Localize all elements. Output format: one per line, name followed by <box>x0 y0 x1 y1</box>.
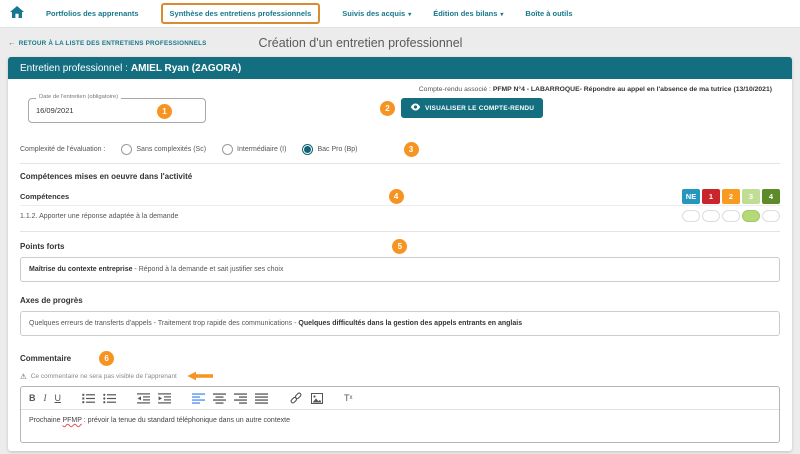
step-badge-4: 4 <box>389 189 404 204</box>
rating-scale-legend: NE 1 2 3 4 <box>682 189 780 204</box>
nav-item-boite-outils[interactable]: Boîte à outils <box>525 9 572 18</box>
improvements-title: Axes de progrès <box>20 296 780 305</box>
arrow-left-icon <box>187 371 213 381</box>
align-center-button[interactable] <box>213 393 226 404</box>
ordered-list-button[interactable] <box>82 393 95 404</box>
entretien-form-card: Entretien professionnel : AMIEL Ryan (2A… <box>8 57 792 451</box>
radio-bac-pro[interactable]: Bac Pro (Bp) <box>302 144 357 155</box>
radio-icon-selected <box>302 144 313 155</box>
scale-4: 4 <box>762 189 780 204</box>
strengths-textbox[interactable]: Maîtrise du contexte entreprise - Répond… <box>20 257 780 282</box>
align-justify-button[interactable] <box>255 393 268 404</box>
step-badge-3: 3 <box>404 142 419 157</box>
indent-button[interactable] <box>158 393 171 404</box>
back-to-list-link[interactable]: RETOUR À LA LISTE DES ENTRETIENS PROFESS… <box>8 38 207 47</box>
radio-icon <box>222 144 233 155</box>
date-field: Date de l'entretien (obligatoire) 1 <box>28 98 206 123</box>
step-badge-1: 1 <box>157 104 172 119</box>
report-block: Compte-rendu associé : PFMP N°4 - LABARR… <box>380 86 772 118</box>
competence-row: 1.1.2. Apporter une réponse adaptée à la… <box>20 206 780 226</box>
competence-rating-pill-2[interactable] <box>722 210 740 222</box>
comment-section: Commentaire 6 ⚠ Ce commentaire ne sera p… <box>20 351 780 443</box>
date-and-report-row: Date de l'entretien (obligatoire) 1 Comp… <box>20 79 780 135</box>
radio-icon <box>121 144 132 155</box>
editor-toolbar: B I U <box>21 387 779 410</box>
strengths-section: Points forts 5 Maîtrise du contexte entr… <box>20 242 780 282</box>
report-value: PFMP N°4 - LABARROQUE- Répondre au appel… <box>493 86 772 93</box>
competences-section-title: Compétences mises en oeuvre dans l'activ… <box>20 172 780 181</box>
divider <box>20 163 780 164</box>
report-label: Compte-rendu associé : <box>419 86 493 93</box>
scale-ne: NE <box>682 189 700 204</box>
view-report-button[interactable]: VISUALISER LE COMPTE-RENDU <box>401 98 543 118</box>
top-nav: Portfolios des apprenants Synthèse des e… <box>0 0 800 28</box>
home-icon <box>10 5 24 23</box>
competence-rating-pill-1[interactable] <box>702 210 720 222</box>
nav-item-suivis-acquis[interactable]: Suivis des acquis <box>342 9 411 18</box>
scale-1: 1 <box>702 189 720 204</box>
step-badge-6: 6 <box>99 351 114 366</box>
eye-icon <box>410 103 421 113</box>
complexity-row: Complexité de l'évaluation : Sans comple… <box>20 135 780 163</box>
image-button[interactable] <box>311 393 323 404</box>
link-button[interactable] <box>289 392 303 404</box>
sub-header: RETOUR À LA LISTE DES ENTRETIENS PROFESS… <box>0 28 800 57</box>
improvements-textbox[interactable]: Quelques erreurs de transferts d'appels … <box>20 311 780 336</box>
competence-label: 1.1.2. Apporter une réponse adaptée à la… <box>20 213 178 220</box>
nav-item-synthese-entretiens[interactable]: Synthèse des entretiens professionnels <box>161 3 321 24</box>
competences-header-row: Compétences 4 NE 1 2 3 4 <box>20 188 780 206</box>
date-input[interactable] <box>29 99 205 122</box>
competence-rating-pill-4[interactable] <box>762 210 780 222</box>
warning-icon: ⚠ <box>20 372 27 381</box>
radio-sans-complexites[interactable]: Sans complexités (Sc) <box>121 144 206 155</box>
comment-warning: ⚠ Ce commentaire ne sera pas visible de … <box>20 371 780 381</box>
clear-format-button[interactable]: Tx <box>344 394 353 403</box>
page-title: Création d'un entretien professionnel <box>259 36 463 50</box>
complexity-label: Complexité de l'évaluation : <box>20 146 105 153</box>
student-name: AMIEL Ryan (2AGORA) <box>131 63 241 74</box>
step-badge-5: 5 <box>392 239 407 254</box>
underline-button[interactable]: U <box>55 394 62 403</box>
nav-item-portfolios[interactable]: Portfolios des apprenants <box>46 9 139 18</box>
nav-item-edition-bilans[interactable]: Édition des bilans <box>433 9 503 18</box>
banner-label: Entretien professionnel : <box>20 63 128 74</box>
step-badge-2: 2 <box>380 101 395 116</box>
report-line: Compte-rendu associé : PFMP N°4 - LABARR… <box>380 86 772 93</box>
rich-text-editor: B I U <box>20 386 780 443</box>
bold-button[interactable]: B <box>29 394 36 403</box>
scale-2: 2 <box>722 189 740 204</box>
home-button[interactable] <box>10 5 24 23</box>
align-right-button[interactable] <box>234 393 247 404</box>
italic-button[interactable]: I <box>44 394 47 403</box>
comment-title: Commentaire <box>20 354 71 363</box>
align-left-button[interactable] <box>192 393 205 404</box>
scale-3: 3 <box>742 189 760 204</box>
competences-column-header: Compétences <box>20 192 69 201</box>
competence-rating-pill-3-selected[interactable] <box>742 210 760 222</box>
unordered-list-button[interactable] <box>103 393 116 404</box>
competence-rating-pill-ne[interactable] <box>682 210 700 222</box>
outdent-button[interactable] <box>137 393 150 404</box>
radio-intermediaire[interactable]: Intermédiaire (I) <box>222 144 286 155</box>
card-banner: Entretien professionnel : AMIEL Ryan (2A… <box>8 57 792 79</box>
improvements-section: Axes de progrès Quelques erreurs de tran… <box>20 296 780 336</box>
misspelled-word: PFMP <box>62 417 81 424</box>
comment-editor-body[interactable]: Prochaine PFMP : prévoir la tenue du sta… <box>21 410 779 442</box>
divider <box>20 231 780 232</box>
